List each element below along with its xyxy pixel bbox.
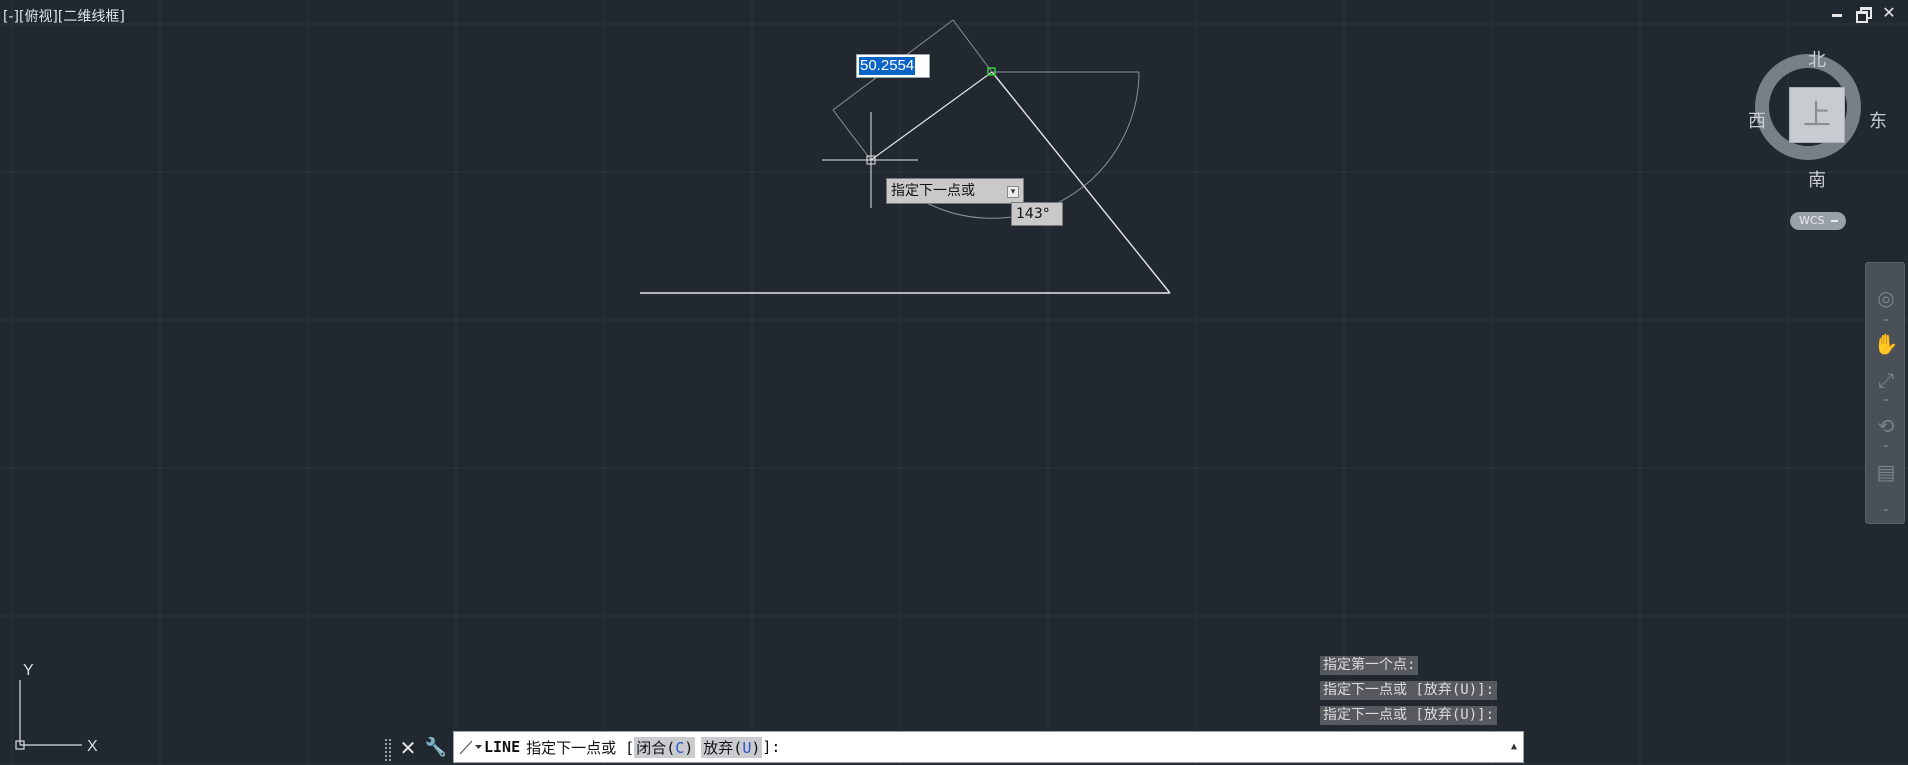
- orbit-icon[interactable]: ⟲: [1872, 413, 1900, 439]
- command-name: LINE: [484, 738, 521, 756]
- nav-separator: [1884, 509, 1888, 511]
- ucs-x-label: X: [87, 738, 98, 755]
- nav-separator: [1884, 399, 1888, 401]
- compass-north[interactable]: 北: [1808, 46, 1826, 72]
- drawing-canvas[interactable]: [0, 0, 1908, 765]
- viewport-window-controls: ✕: [1830, 5, 1896, 23]
- dynamic-input-length[interactable]: 50.2554: [856, 54, 930, 78]
- nav-separator: [1884, 319, 1888, 321]
- grid-lines: [0, 0, 1908, 765]
- option-close-paren: ): [684, 738, 694, 757]
- restore-icon[interactable]: [1856, 6, 1872, 23]
- command-suffix: ]:: [762, 738, 781, 756]
- history-line: 指定下一点或 [放弃(U)]:: [1320, 706, 1498, 725]
- dynamic-input-angle[interactable]: 143°: [1011, 202, 1063, 226]
- history-line: 指定第一个点:: [1320, 656, 1419, 675]
- viewcube-face-top[interactable]: 上: [1790, 88, 1844, 142]
- command-history: 指定第一个点: 指定下一点或 [放弃(U)]: 指定下一点或 [放弃(U)]:: [1320, 656, 1498, 731]
- option-undo-paren: ): [751, 738, 761, 757]
- dynamic-input-prompt: 指定下一点或 ▾: [886, 178, 1024, 204]
- close-icon[interactable]: ✕: [1882, 5, 1896, 21]
- minimize-icon[interactable]: [1830, 6, 1844, 20]
- options-down-arrow-icon[interactable]: ▾: [1007, 186, 1019, 198]
- dimension-extension-1: [952, 19, 993, 73]
- compass-south[interactable]: 南: [1808, 166, 1826, 192]
- option-close-key: C: [675, 738, 685, 757]
- history-line: 指定下一点或 [放弃(U)]:: [1320, 681, 1498, 700]
- showmotion-icon[interactable]: ▤: [1872, 459, 1900, 485]
- compass-west[interactable]: 西: [1748, 107, 1766, 133]
- wcs-menu-button[interactable]: WCS: [1790, 212, 1846, 230]
- option-undo-label: 放弃(: [703, 738, 743, 757]
- option-undo[interactable]: 放弃(U): [701, 736, 763, 758]
- compass-east[interactable]: 东: [1869, 107, 1887, 133]
- pan-hand-icon[interactable]: ✋: [1872, 331, 1900, 357]
- nav-separator: [1884, 445, 1888, 447]
- steering-wheel-icon[interactable]: ◎: [1872, 285, 1900, 311]
- option-close-label: 闭合(: [636, 738, 676, 757]
- rubber-band-line: [870, 71, 993, 161]
- command-line-customize-wrench-icon[interactable]: 🔧: [424, 736, 448, 760]
- navigation-bar: ◎ ✋ ⤢ ⟲ ▤: [1865, 262, 1905, 524]
- dynamic-input-prompt-text: 指定下一点或: [891, 183, 975, 199]
- command-line-close-icon[interactable]: ✕: [398, 736, 418, 760]
- dynamic-input-value[interactable]: 50.2554: [859, 57, 916, 75]
- command-line-grip-icon[interactable]: [385, 737, 393, 761]
- ucs-y-label: Y: [23, 662, 34, 679]
- command-prompt: 指定下一点或 [: [526, 738, 635, 757]
- viewport-label[interactable]: [-][俯视][二维线框]: [3, 6, 125, 26]
- command-recent-icon[interactable]: [454, 732, 484, 762]
- command-history-up-arrow-icon[interactable]: ▲: [1511, 741, 1517, 752]
- option-undo-key: U: [742, 738, 752, 757]
- zoom-extents-icon[interactable]: ⤢: [1872, 367, 1900, 393]
- command-line[interactable]: LINE 指定下一点或 [ 闭合(C) 放弃(U) ]: ▲: [453, 731, 1524, 763]
- viewcube[interactable]: 上 北 南 西 东: [1745, 40, 1895, 200]
- option-close[interactable]: 闭合(C): [634, 736, 696, 758]
- dimension-extension-2: [832, 109, 872, 161]
- ucs-icon: Y X: [15, 662, 98, 755]
